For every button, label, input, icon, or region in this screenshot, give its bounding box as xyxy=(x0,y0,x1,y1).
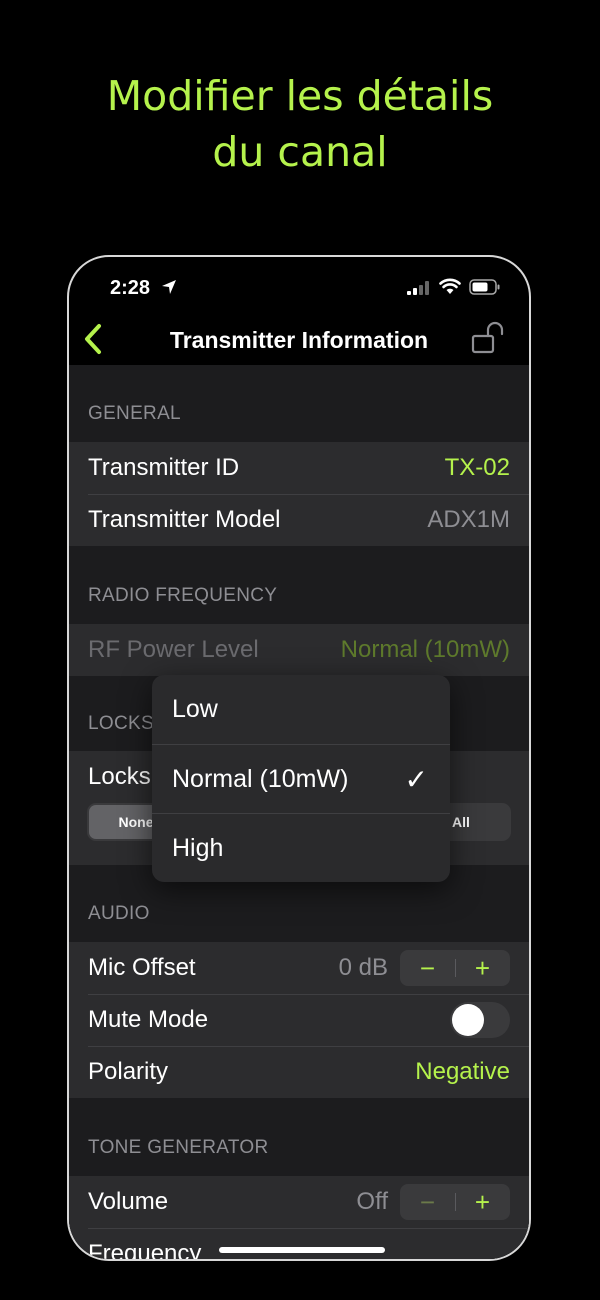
row-frequency[interactable]: Frequency xyxy=(69,1228,529,1259)
battery-icon xyxy=(469,279,500,295)
status-bar: 2:28 xyxy=(69,257,529,315)
page-title: Transmitter Information xyxy=(169,327,429,353)
volume-value: Off xyxy=(356,1188,388,1215)
toggle-knob xyxy=(452,1004,484,1036)
phone-frame: 2:28 Transmitter Information GENERAL Tra… xyxy=(67,255,531,1261)
stepper-divider xyxy=(455,959,456,977)
group-radio-frequency: RF Power Level Normal (10mW) xyxy=(69,624,529,676)
stepper-divider xyxy=(455,1193,456,1211)
checkmark-icon: ✓ xyxy=(404,763,428,795)
section-header-radio-frequency: RADIO FREQUENCY xyxy=(88,585,278,606)
volume-stepper: − + xyxy=(400,1184,510,1220)
mic-offset-label: Mic Offset xyxy=(88,954,196,981)
transmitter-model-label: Transmitter Model xyxy=(88,506,281,533)
volume-increment-button[interactable]: + xyxy=(455,1184,510,1220)
group-audio: Mic Offset 0 dB − + Mute Mode Polarity N… xyxy=(69,942,529,1098)
rf-power-level-value[interactable]: Normal (10mW) xyxy=(341,636,510,664)
section-header-tone-generator: TONE GENERATOR xyxy=(88,1137,269,1158)
mute-mode-label: Mute Mode xyxy=(88,1006,209,1033)
rf-power-level-label: RF Power Level xyxy=(88,636,259,663)
row-volume: Volume Off − + xyxy=(69,1176,529,1228)
row-polarity[interactable]: Polarity Negative xyxy=(69,1046,529,1098)
menu-option-low[interactable]: Low xyxy=(152,675,450,744)
row-rf-power-level[interactable]: RF Power Level Normal (10mW) xyxy=(69,624,529,676)
page-headline: Modifier les détails du canal xyxy=(0,68,600,180)
home-indicator[interactable] xyxy=(219,1247,385,1253)
unlocked-padlock-icon[interactable] xyxy=(471,321,507,355)
location-arrow-icon xyxy=(162,280,176,294)
headline-line-1: Modifier les détails xyxy=(106,72,494,120)
row-transmitter-model: Transmitter Model ADX1M xyxy=(69,494,529,546)
rf-power-dropdown-menu: Low Normal (10mW) ✓ High xyxy=(152,675,450,882)
polarity-value[interactable]: Negative xyxy=(415,1058,510,1086)
headline-line-2: du canal xyxy=(212,128,388,176)
menu-option-normal[interactable]: Normal (10mW) ✓ xyxy=(152,744,450,813)
row-mic-offset: Mic Offset 0 dB − + xyxy=(69,942,529,994)
row-mute-mode: Mute Mode xyxy=(69,994,529,1046)
row-transmitter-id: Transmitter ID TX-02 xyxy=(69,442,529,494)
polarity-label: Polarity xyxy=(88,1058,169,1085)
mic-offset-increment-button[interactable]: + xyxy=(455,950,510,986)
volume-label: Volume xyxy=(88,1188,169,1215)
mic-offset-stepper: − + xyxy=(400,950,510,986)
menu-option-label: High xyxy=(172,833,224,862)
mute-mode-toggle[interactable] xyxy=(450,1002,510,1038)
mic-offset-value: 0 dB xyxy=(338,954,388,981)
volume-decrement-button[interactable]: − xyxy=(400,1184,455,1220)
navigation-bar: Transmitter Information xyxy=(69,315,529,365)
section-header-audio: AUDIO xyxy=(88,903,150,924)
section-header-locks: LOCKS xyxy=(88,713,154,734)
wifi-icon xyxy=(439,278,461,294)
transmitter-model-value: ADX1M xyxy=(427,506,510,533)
mic-offset-decrement-button[interactable]: − xyxy=(400,950,455,986)
status-time: 2:28 xyxy=(110,277,151,299)
menu-option-high[interactable]: High xyxy=(152,813,450,882)
transmitter-id-label: Transmitter ID xyxy=(88,454,240,481)
menu-option-label: Normal (10mW) xyxy=(172,764,349,793)
cellular-signal-icon xyxy=(407,281,429,295)
menu-option-label: Low xyxy=(172,695,218,723)
group-general: Transmitter ID TX-02 Transmitter Model A… xyxy=(69,442,529,546)
section-header-general: GENERAL xyxy=(88,403,181,424)
transmitter-id-value[interactable]: TX-02 xyxy=(445,454,510,482)
